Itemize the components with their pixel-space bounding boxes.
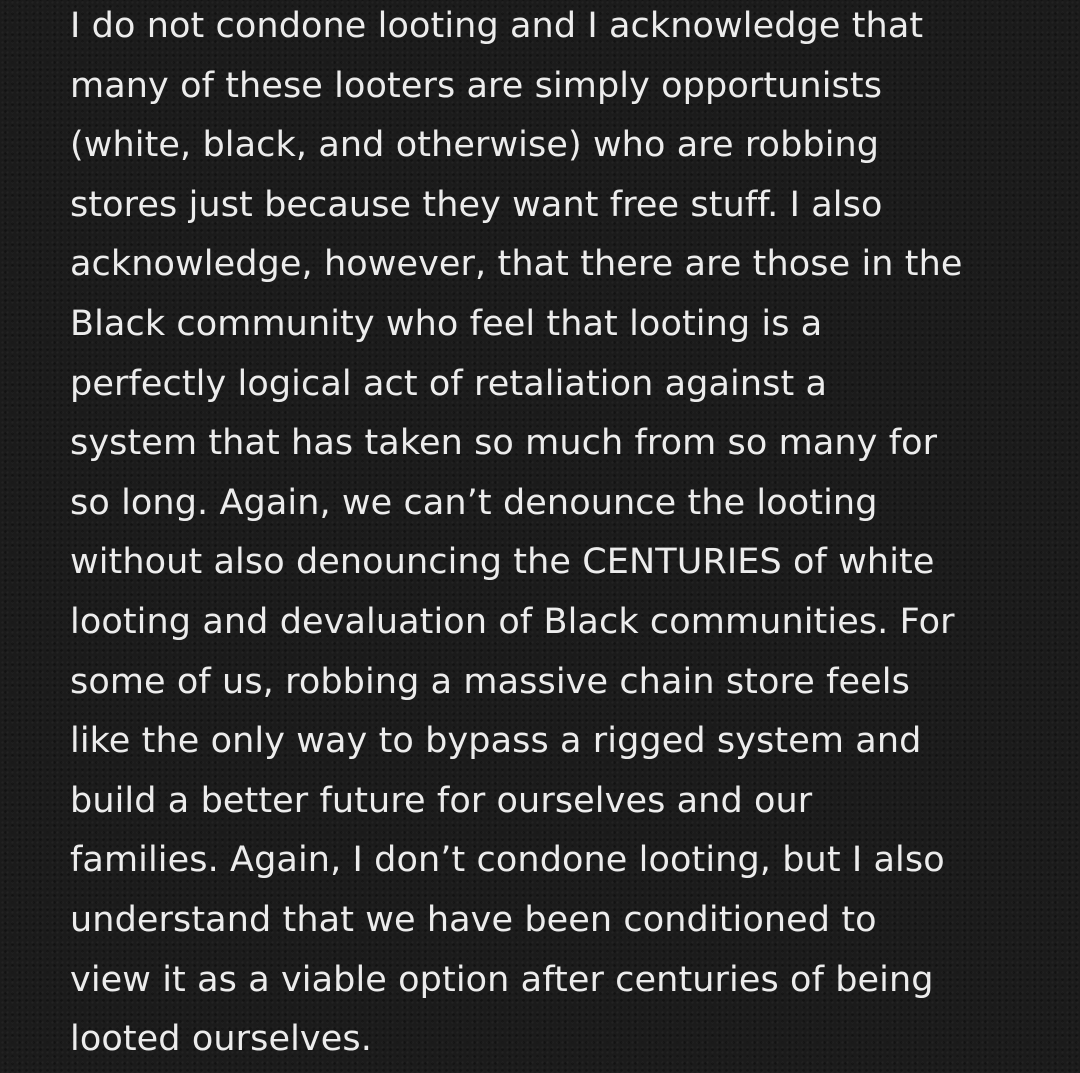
note-line: acknowledge, however, that there are tho… xyxy=(70,244,963,285)
note-line: some of us, robbing a massive chain stor… xyxy=(70,661,910,702)
note-line: looted ourselves. xyxy=(70,1019,372,1060)
note-line: looting and devaluation of Black communi… xyxy=(70,601,955,642)
note-line: without also denouncing the CENTURIES of… xyxy=(70,542,935,583)
note-body-text[interactable]: I do not condone looting and I acknowled… xyxy=(70,0,1030,1073)
note-line: build a better future for ourselves and … xyxy=(70,780,813,821)
note-line: so long. Again, we can’t denounce the lo… xyxy=(70,482,878,523)
note-line: view it as a viable option after centuri… xyxy=(70,959,934,1000)
note-line: Black community who feel that looting is… xyxy=(70,303,823,344)
note-line: many of these looters are simply opportu… xyxy=(70,65,883,106)
note-screen: I do not condone looting and I acknowled… xyxy=(0,0,1080,1062)
note-line: I do not condone looting and I acknowled… xyxy=(70,6,924,46)
note-line: understand that we have been conditioned… xyxy=(70,899,877,940)
note-line: families. Again, I don’t condone looting… xyxy=(70,840,945,881)
note-line: stores just because they want free stuff… xyxy=(70,184,883,225)
note-line: (white, black, and otherwise) who are ro… xyxy=(70,125,880,166)
note-line: like the only way to bypass a rigged sys… xyxy=(70,721,922,762)
note-line: system that has taken so much from so ma… xyxy=(70,423,938,464)
note-line: perfectly logical act of retaliation aga… xyxy=(70,363,828,404)
